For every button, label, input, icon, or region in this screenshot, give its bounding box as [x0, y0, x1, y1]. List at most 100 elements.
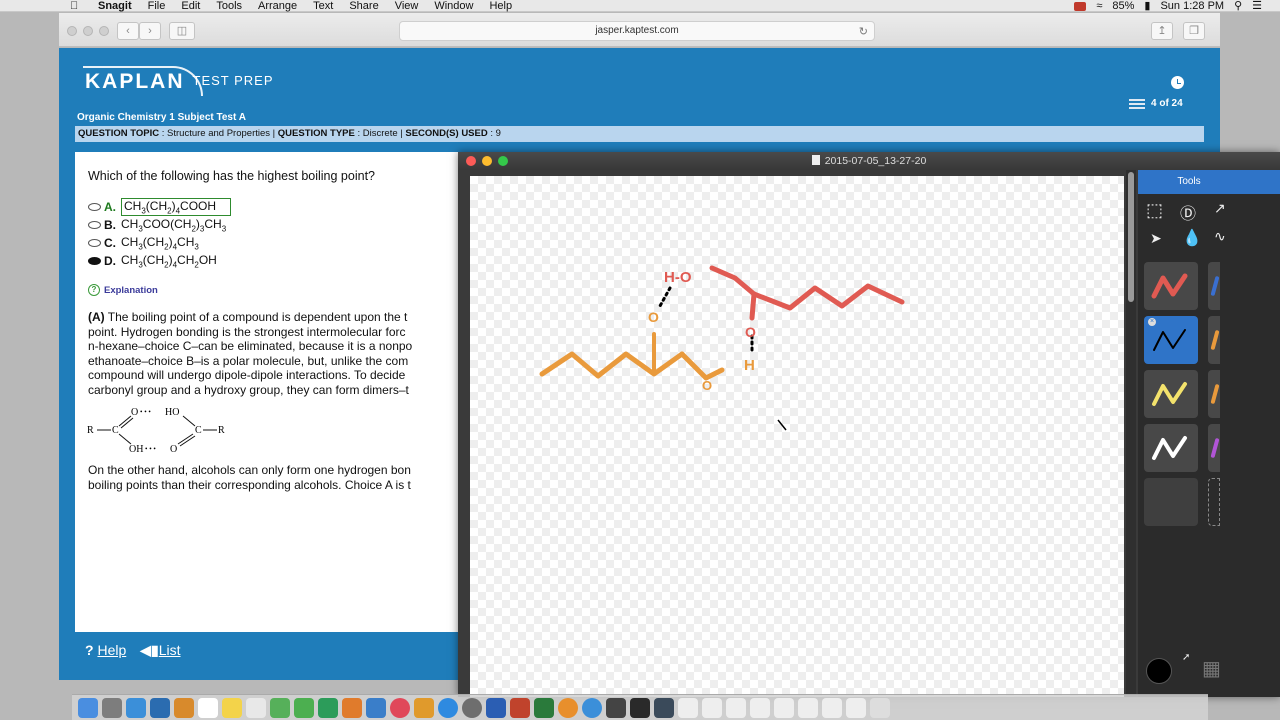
snagit-close-button[interactable]	[466, 156, 476, 166]
pen-style-orange-peek[interactable]	[1208, 316, 1220, 364]
callout-tool-icon[interactable]: Ⓓ	[1180, 200, 1196, 224]
record-icon[interactable]	[1074, 1, 1087, 11]
document-thumb-3[interactable]	[726, 698, 746, 718]
wifi-icon[interactable]: ≈	[1096, 0, 1102, 12]
explanation-toggle[interactable]: ? Explanation	[88, 284, 158, 296]
snagit-zoom-button[interactable]	[498, 156, 508, 166]
pen-style-red[interactable]	[1144, 262, 1198, 310]
document-thumb-8[interactable]	[846, 698, 866, 718]
scrollbar-thumb[interactable]	[1128, 172, 1134, 302]
excel-icon[interactable]	[534, 698, 554, 718]
launchpad-icon[interactable]	[102, 698, 122, 718]
menu-window[interactable]: Window	[434, 0, 473, 12]
choice-b-radio[interactable]	[88, 221, 101, 230]
notes-icon[interactable]	[222, 698, 242, 718]
keynote-icon[interactable]	[366, 698, 386, 718]
grid-icon[interactable]: ▦	[1202, 656, 1221, 681]
document-thumb-4[interactable]	[750, 698, 770, 718]
window-close-button[interactable]	[67, 26, 77, 36]
choice-a-radio[interactable]	[88, 203, 101, 212]
magic-wand-icon[interactable]: ∿	[1214, 228, 1226, 245]
choice-a[interactable]: A. CH3(CH2)4COOH	[88, 198, 232, 217]
menu-arrange[interactable]: Arrange	[258, 0, 297, 12]
pen-style-white[interactable]	[1144, 424, 1198, 472]
word-icon[interactable]	[486, 698, 506, 718]
pen-style-black-selected[interactable]: ×	[1144, 316, 1198, 364]
menu-tools[interactable]: Tools	[216, 0, 242, 12]
choice-c-radio[interactable]	[88, 239, 101, 248]
pen-style-purple-peek[interactable]	[1208, 424, 1220, 472]
pen-style-blue-peek[interactable]	[1208, 262, 1220, 310]
help-link[interactable]: ? Help	[85, 642, 126, 659]
document-thumb-1[interactable]	[678, 698, 698, 718]
chrome-icon[interactable]	[582, 698, 602, 718]
finder-icon[interactable]	[78, 698, 98, 718]
battery-icon[interactable]: ▮	[1144, 0, 1150, 12]
selection-tool-icon[interactable]: ⬚	[1146, 200, 1163, 221]
facetime-icon[interactable]	[294, 698, 314, 718]
trash-icon[interactable]	[870, 698, 890, 718]
pen-style-empty[interactable]	[1144, 478, 1198, 526]
document-thumb-5[interactable]	[774, 698, 794, 718]
snagit-title-bar[interactable]: 2015-07-05_13-27-20	[458, 152, 1280, 170]
move-tool-icon[interactable]: ➤	[1150, 230, 1162, 247]
document-thumb-7[interactable]	[822, 698, 842, 718]
snagit-dock-icon[interactable]	[654, 698, 674, 718]
back-button[interactable]: ‹	[117, 22, 139, 40]
sidebar-icon[interactable]: ◫	[169, 22, 195, 40]
itunes-icon[interactable]	[390, 698, 410, 718]
safari-icon[interactable]	[126, 698, 146, 718]
arrow-tool-icon[interactable]: ↗	[1214, 200, 1226, 217]
address-bar[interactable]: jasper.kaptest.com ↻	[399, 21, 875, 41]
outlook-icon[interactable]	[558, 698, 578, 718]
mail-icon[interactable]	[150, 698, 170, 718]
powerpoint-icon[interactable]	[510, 698, 530, 718]
ibooks-icon[interactable]	[414, 698, 434, 718]
window-zoom-button[interactable]	[99, 26, 109, 36]
clock[interactable]: Sun 1:28 PM	[1160, 0, 1224, 12]
forward-button[interactable]: ›	[139, 22, 161, 40]
screenshot-icon[interactable]	[606, 698, 626, 718]
document-thumb-6[interactable]	[798, 698, 818, 718]
timer-icon[interactable]	[1171, 76, 1184, 89]
search-icon[interactable]: ⚲	[1234, 0, 1242, 12]
menu-app[interactable]: Snagit	[98, 0, 132, 12]
app-store-icon[interactable]	[438, 698, 458, 718]
contacts-icon[interactable]	[174, 698, 194, 718]
question-counter[interactable]: 4 of 24	[1129, 98, 1183, 109]
share-icon[interactable]: ↥	[1151, 22, 1173, 40]
choice-b[interactable]: B. CH3COO(CH2)3CH3	[88, 217, 226, 233]
battery-percent[interactable]: 85%	[1112, 0, 1134, 12]
pen-style-yellow[interactable]	[1144, 370, 1198, 418]
choice-c[interactable]: C. CH3(CH2)4CH3	[88, 235, 199, 251]
fill-tool-icon[interactable]: 💧	[1182, 228, 1202, 248]
menu-list-icon[interactable]: ☰	[1252, 0, 1262, 12]
tabs-icon[interactable]: ❐	[1183, 22, 1205, 40]
choice-d[interactable]: D. CH3(CH2)4CH2OH	[88, 253, 217, 269]
terminal-icon[interactable]	[630, 698, 650, 718]
menu-text[interactable]: Text	[313, 0, 333, 12]
menu-file[interactable]: File	[148, 0, 166, 12]
menu-help[interactable]: Help	[489, 0, 512, 12]
snagit-minimize-button[interactable]	[482, 156, 492, 166]
menu-view[interactable]: View	[395, 0, 419, 12]
system-preferences-icon[interactable]	[462, 698, 482, 718]
reminders-icon[interactable]	[246, 698, 266, 718]
pages-icon[interactable]	[342, 698, 362, 718]
pen-style-add[interactable]	[1208, 478, 1220, 526]
color-picker[interactable]	[1146, 658, 1172, 684]
eyedropper-icon[interactable]: ➚	[1182, 652, 1190, 663]
apple-icon[interactable]: 	[70, 0, 78, 12]
numbers-icon[interactable]	[318, 698, 338, 718]
pen-style-orange2-peek[interactable]	[1208, 370, 1220, 418]
canvas-scrollbar[interactable]	[1126, 170, 1136, 697]
drawing-canvas[interactable]: H-O O O H O	[470, 176, 1124, 697]
calendar-icon[interactable]	[198, 698, 218, 718]
menu-share[interactable]: Share	[349, 0, 378, 12]
reload-icon[interactable]: ↻	[859, 23, 868, 41]
question-list-icon[interactable]	[1129, 98, 1145, 109]
menu-edit[interactable]: Edit	[181, 0, 200, 12]
document-thumb-2[interactable]	[702, 698, 722, 718]
list-link[interactable]: ◀▮List	[140, 642, 180, 659]
messages-icon[interactable]	[270, 698, 290, 718]
